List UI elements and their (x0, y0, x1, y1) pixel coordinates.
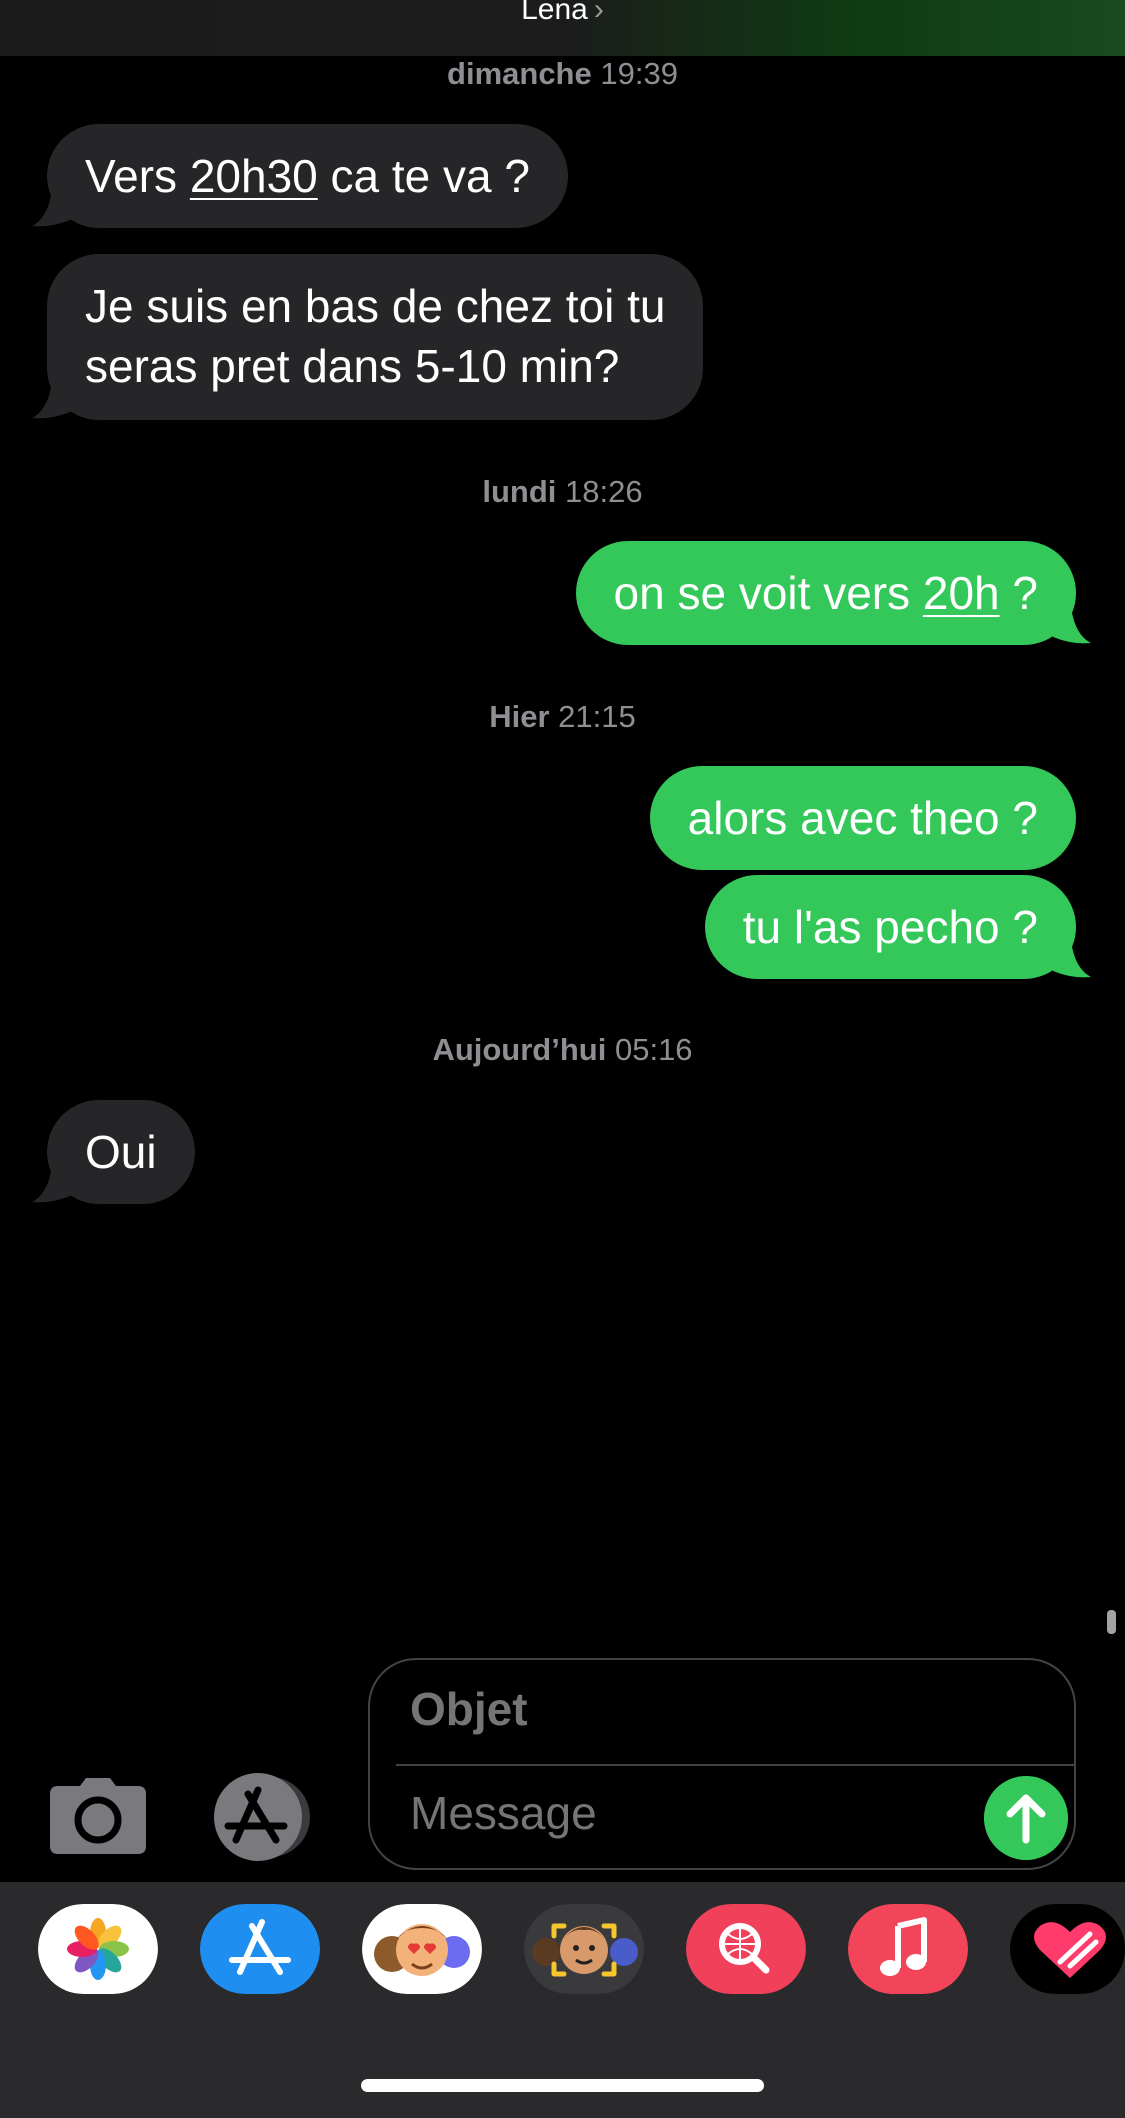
compose-divider (396, 1764, 1074, 1766)
animoji-stickers-icon[interactable] (362, 1904, 482, 1994)
compose-box (368, 1658, 1076, 1870)
app-store-icon[interactable] (200, 1904, 320, 1994)
timestamp-group-3: Hier 21:15 (0, 699, 1125, 735)
image-search-icon[interactable] (686, 1904, 806, 1994)
bubble-tail (1053, 607, 1091, 644)
message-bubble-outgoing[interactable]: alors avec theo ? (649, 766, 1076, 870)
home-indicator[interactable] (361, 2079, 764, 2092)
message-bubble-outgoing[interactable]: tu l'as pecho ? (704, 875, 1076, 979)
timestamp-time: 05:16 (614, 1032, 693, 1067)
timestamp-group-2: lundi 18:26 (0, 474, 1125, 510)
conversation-header: Lena › (0, 0, 1125, 56)
send-button[interactable] (984, 1776, 1068, 1860)
timestamp-time: 18:26 (565, 474, 643, 509)
date-link[interactable]: 20h (923, 567, 1000, 619)
timestamp-time: 19:39 (600, 56, 678, 91)
message-bubble-outgoing[interactable]: on se voit vers 20h ? (575, 541, 1076, 645)
message-text: tu l'as pecho ? (742, 901, 1038, 953)
contact-name: Lena (521, 0, 588, 26)
message-text: ca te va ? (317, 150, 530, 202)
chevron-right-icon: › (593, 0, 604, 26)
timestamp-day: Aujourd’hui (432, 1032, 607, 1067)
digital-touch-icon[interactable] (1010, 1904, 1125, 1994)
message-text: Vers (85, 150, 190, 202)
message-input[interactable] (410, 1786, 970, 1840)
message-text: on se voit vers (613, 567, 923, 619)
timestamp-day: Hier (489, 699, 550, 734)
bubble-tail (1053, 941, 1091, 978)
bubble-tail (32, 1166, 70, 1203)
message-text-line: seras pret dans 5-10 min? (85, 340, 620, 392)
timestamp-group-4: Aujourd’hui 05:16 (0, 1032, 1125, 1068)
photos-icon[interactable] (38, 1904, 158, 1994)
music-icon[interactable] (848, 1904, 968, 1994)
camera-icon[interactable] (50, 1778, 146, 1854)
message-bubble-incoming[interactable]: Vers 20h30 ca te va ? (47, 124, 568, 228)
bubble-tail (32, 382, 70, 419)
timestamp-day: lundi (482, 474, 557, 509)
message-text-line: Je suis en bas de chez toi tu (85, 280, 666, 332)
bubble-tail (32, 190, 70, 227)
contact-name-button[interactable]: Lena › (0, 0, 1125, 26)
memoji-icon[interactable] (524, 1904, 644, 1994)
message-bubble-incoming[interactable]: Je suis en bas de chez toi tu seras pret… (47, 254, 704, 420)
subject-input[interactable] (410, 1682, 1010, 1736)
message-text: alors avec theo ? (687, 792, 1038, 844)
timestamp-time: 21:15 (558, 699, 636, 734)
timestamp-day: dimanche (447, 56, 592, 91)
app-store-icon[interactable] (208, 1772, 318, 1862)
message-text: ? (999, 567, 1038, 619)
date-link[interactable]: 20h30 (190, 150, 318, 202)
timestamp-group-1: dimanche 19:39 (0, 56, 1125, 92)
scrollbar[interactable] (1107, 1610, 1116, 1634)
message-text: Oui (85, 1126, 157, 1178)
